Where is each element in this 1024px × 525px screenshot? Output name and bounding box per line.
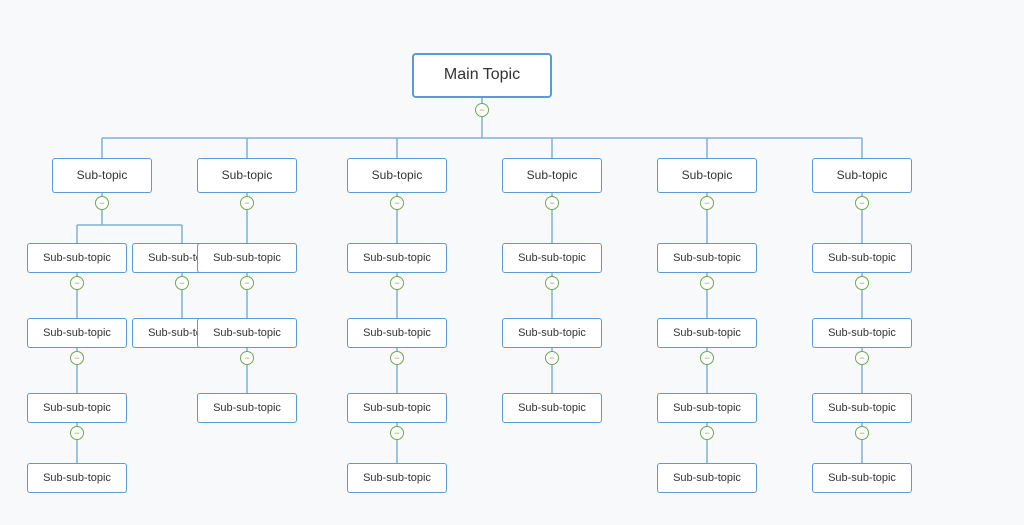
subsub-1-0-label: Sub-sub-topic (213, 252, 281, 264)
subsub-4-2-node[interactable]: Sub-sub-topic (657, 393, 757, 423)
mind-map-diagram: Main Topic − Sub-topic − Sub-topic − Sub… (12, 13, 1012, 513)
subtopic-5-node[interactable]: Sub-topic (657, 158, 757, 193)
subsub-4-3-node[interactable]: Sub-sub-topic (657, 463, 757, 493)
subsub-2-1-label: Sub-sub-topic (363, 327, 431, 339)
subsub-3-0-node[interactable]: Sub-sub-topic (502, 243, 602, 273)
subtopic-5-label: Sub-topic (682, 168, 733, 182)
subsub-5-2-collapse[interactable]: − (855, 426, 869, 440)
subsub-5-3-label: Sub-sub-topic (828, 472, 896, 484)
subsub-3-1-collapse[interactable]: − (545, 351, 559, 365)
subtopic-3-node[interactable]: Sub-topic (347, 158, 447, 193)
subtopic-4-collapse[interactable]: − (545, 196, 559, 210)
subsub-0-2-label: Sub-sub-topic (43, 402, 111, 414)
subsub-4-2-label: Sub-sub-topic (673, 402, 741, 414)
subsub-5-1-node[interactable]: Sub-sub-topic (812, 318, 912, 348)
subsub-4-0-label: Sub-sub-topic (673, 252, 741, 264)
subsub-3-2-node[interactable]: Sub-sub-topic (502, 393, 602, 423)
subsub-0-2-node[interactable]: Sub-sub-topic (27, 393, 127, 423)
subsub-0-3-label: Sub-sub-topic (43, 472, 111, 484)
subsub-4-1-label: Sub-sub-topic (673, 327, 741, 339)
subsub-2-3-label: Sub-sub-topic (363, 472, 431, 484)
main-collapse-btn[interactable]: − (475, 103, 489, 117)
subsub-0-0a-label: Sub-sub-topic (43, 252, 111, 264)
subsub-0-1a-node[interactable]: Sub-sub-topic (27, 318, 127, 348)
subsub-1-0-node[interactable]: Sub-sub-topic (197, 243, 297, 273)
subsub-4-2-collapse[interactable]: − (700, 426, 714, 440)
subsub-4-0-collapse[interactable]: − (700, 276, 714, 290)
subsub-0-2-collapse[interactable]: − (70, 426, 84, 440)
subsub-4-3-label: Sub-sub-topic (673, 472, 741, 484)
subtopic-2-collapse[interactable]: − (240, 196, 254, 210)
subsub-3-1-node[interactable]: Sub-sub-topic (502, 318, 602, 348)
subtopic-1-node[interactable]: Sub-topic (52, 158, 152, 193)
subsub-5-3-node[interactable]: Sub-sub-topic (812, 463, 912, 493)
subsub-0-0a-node[interactable]: Sub-sub-topic (27, 243, 127, 273)
subsub-1-2-node[interactable]: Sub-sub-topic (197, 393, 297, 423)
subsub-3-0-collapse[interactable]: − (545, 276, 559, 290)
subsub-0-0b-collapse[interactable]: − (175, 276, 189, 290)
subsub-5-2-node[interactable]: Sub-sub-topic (812, 393, 912, 423)
subtopic-6-collapse[interactable]: − (855, 196, 869, 210)
main-topic-label: Main Topic (444, 66, 520, 84)
subsub-5-1-collapse[interactable]: − (855, 351, 869, 365)
subsub-5-1-label: Sub-sub-topic (828, 327, 896, 339)
subsub-5-2-label: Sub-sub-topic (828, 402, 896, 414)
main-topic-node[interactable]: Main Topic (412, 53, 552, 98)
subtopic-1-label: Sub-topic (77, 168, 128, 182)
subsub-1-0-collapse[interactable]: − (240, 276, 254, 290)
subsub-2-1-node[interactable]: Sub-sub-topic (347, 318, 447, 348)
subsub-3-1-label: Sub-sub-topic (518, 327, 586, 339)
subtopic-1-collapse[interactable]: − (95, 196, 109, 210)
subsub-4-1-collapse[interactable]: − (700, 351, 714, 365)
subtopic-3-label: Sub-topic (372, 168, 423, 182)
subsub-1-1-label: Sub-sub-topic (213, 327, 281, 339)
subtopic-4-node[interactable]: Sub-topic (502, 158, 602, 193)
subsub-2-3-node[interactable]: Sub-sub-topic (347, 463, 447, 493)
subsub-1-1-collapse[interactable]: − (240, 351, 254, 365)
subsub-2-0-label: Sub-sub-topic (363, 252, 431, 264)
subsub-0-1a-label: Sub-sub-topic (43, 327, 111, 339)
subsub-5-0-node[interactable]: Sub-sub-topic (812, 243, 912, 273)
subsub-4-0-node[interactable]: Sub-sub-topic (657, 243, 757, 273)
subsub-1-1-node[interactable]: Sub-sub-topic (197, 318, 297, 348)
subtopic-6-node[interactable]: Sub-topic (812, 158, 912, 193)
subtopic-2-node[interactable]: Sub-topic (197, 158, 297, 193)
subsub-0-0a-collapse[interactable]: − (70, 276, 84, 290)
subsub-2-1-collapse[interactable]: − (390, 351, 404, 365)
subsub-3-0-label: Sub-sub-topic (518, 252, 586, 264)
subtopic-2-label: Sub-topic (222, 168, 273, 182)
subsub-2-2-collapse[interactable]: − (390, 426, 404, 440)
subtopic-3-collapse[interactable]: − (390, 196, 404, 210)
subsub-5-0-collapse[interactable]: − (855, 276, 869, 290)
subtopic-6-label: Sub-topic (837, 168, 888, 182)
subsub-2-2-label: Sub-sub-topic (363, 402, 431, 414)
subsub-2-0-node[interactable]: Sub-sub-topic (347, 243, 447, 273)
subsub-0-3-node[interactable]: Sub-sub-topic (27, 463, 127, 493)
subsub-2-0-collapse[interactable]: − (390, 276, 404, 290)
subsub-3-2-label: Sub-sub-topic (518, 402, 586, 414)
subsub-2-2-node[interactable]: Sub-sub-topic (347, 393, 447, 423)
subsub-1-2-label: Sub-sub-topic (213, 402, 281, 414)
subtopic-4-label: Sub-topic (527, 168, 578, 182)
subtopic-5-collapse[interactable]: − (700, 196, 714, 210)
subsub-5-0-label: Sub-sub-topic (828, 252, 896, 264)
subsub-0-1a-collapse[interactable]: − (70, 351, 84, 365)
subsub-4-1-node[interactable]: Sub-sub-topic (657, 318, 757, 348)
